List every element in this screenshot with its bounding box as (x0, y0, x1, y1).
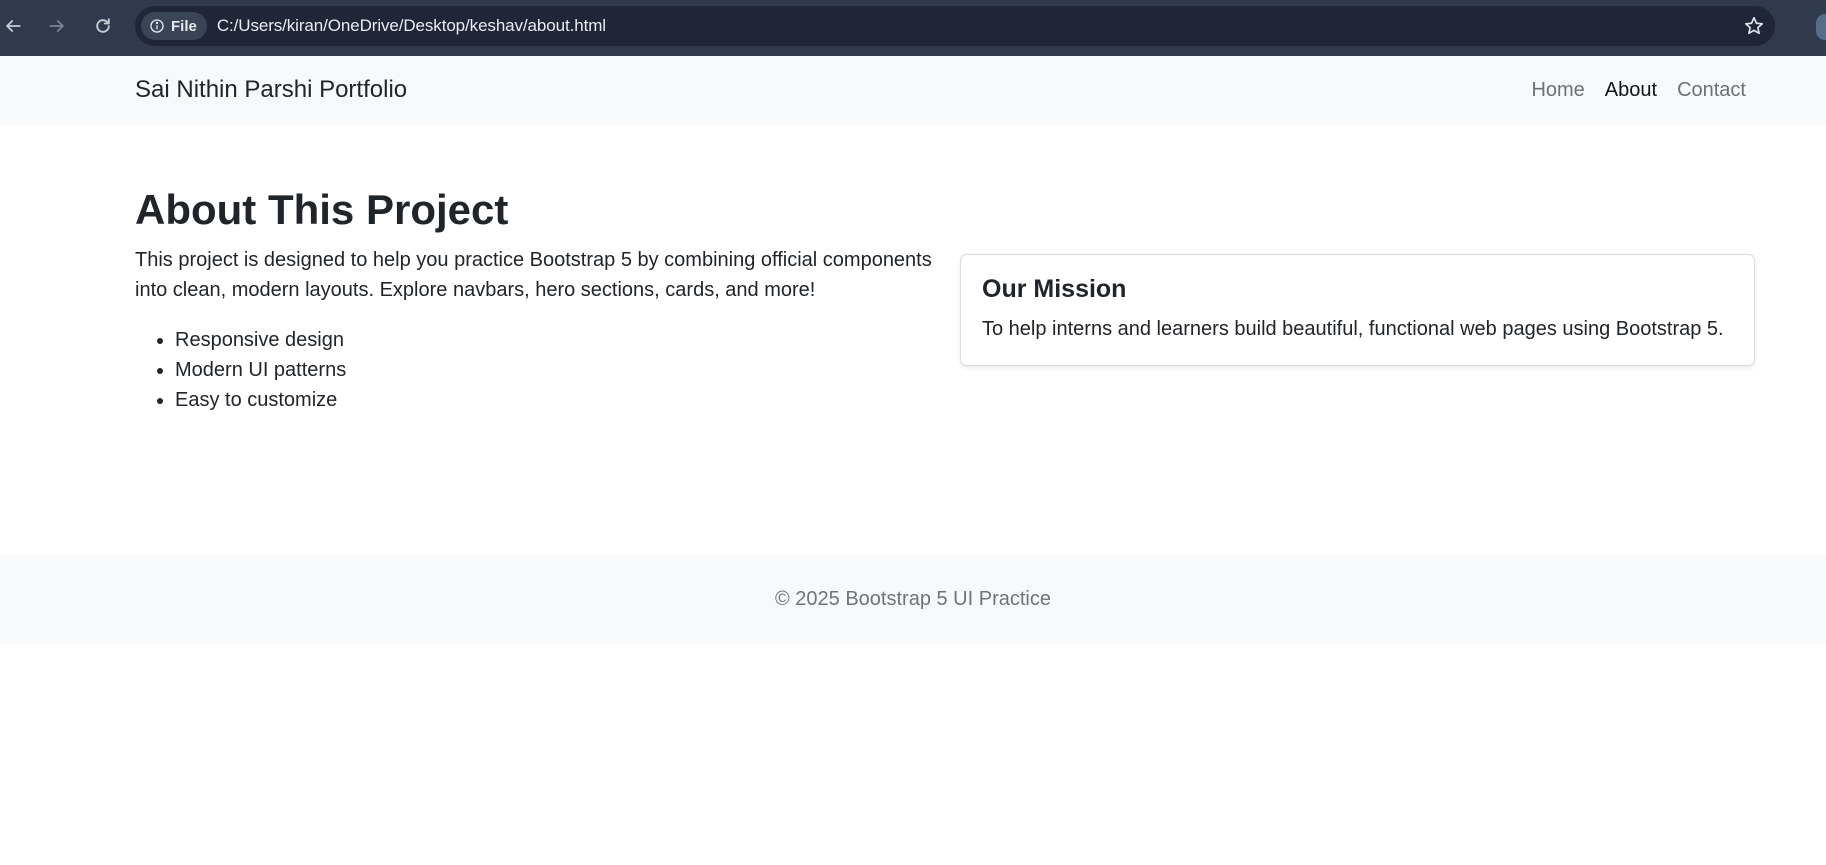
site-navbar: Sai Nithin Parshi Portfolio Home About C… (0, 56, 1826, 126)
intro-paragraph: This project is designed to help you pra… (135, 249, 932, 301)
nav-link-contact[interactable]: Contact (1677, 79, 1746, 102)
feature-list: Responsive design Modern UI patterns Eas… (175, 325, 346, 415)
site-footer: © 2025 Bootstrap 5 UI Practice (0, 554, 1826, 644)
star-icon[interactable] (1743, 15, 1765, 37)
page-title: About This Project (135, 186, 509, 233)
scheme-label: File (171, 17, 197, 35)
nav-links: Home About Contact (1531, 79, 1746, 102)
mission-card: Our Mission To help interns and learners… (960, 254, 1755, 366)
navbar-brand[interactable]: Sai Nithin Parshi Portfolio (135, 76, 407, 104)
forward-button[interactable] (40, 9, 74, 43)
nav-link-about[interactable]: About (1605, 79, 1657, 102)
arrow-left-icon (6, 20, 21, 32)
card-title: Our Mission (982, 275, 1127, 303)
list-item: Modern UI patterns (175, 355, 346, 385)
site-info-chip[interactable]: File (141, 12, 207, 40)
arrow-right-icon (49, 20, 64, 32)
address-bar[interactable]: File C:/Users/kiran/OneDrive/Desktop/kes… (135, 6, 1775, 46)
url-text[interactable]: C:/Users/kiran/OneDrive/Desktop/keshav/a… (217, 16, 606, 36)
back-button[interactable] (0, 9, 30, 43)
nav-link-home[interactable]: Home (1531, 79, 1584, 102)
reload-icon (96, 18, 110, 33)
footer-text: © 2025 Bootstrap 5 UI Practice (775, 587, 1051, 610)
reload-button[interactable] (86, 9, 120, 43)
browser-toolbar: File C:/Users/kiran/OneDrive/Desktop/kes… (0, 0, 1826, 56)
extension-icon[interactable] (1816, 14, 1826, 40)
list-item: Responsive design (175, 325, 346, 355)
info-icon (150, 19, 164, 33)
card-text: To help interns and learners build beaut… (982, 318, 1724, 340)
list-item: Easy to customize (175, 385, 346, 415)
